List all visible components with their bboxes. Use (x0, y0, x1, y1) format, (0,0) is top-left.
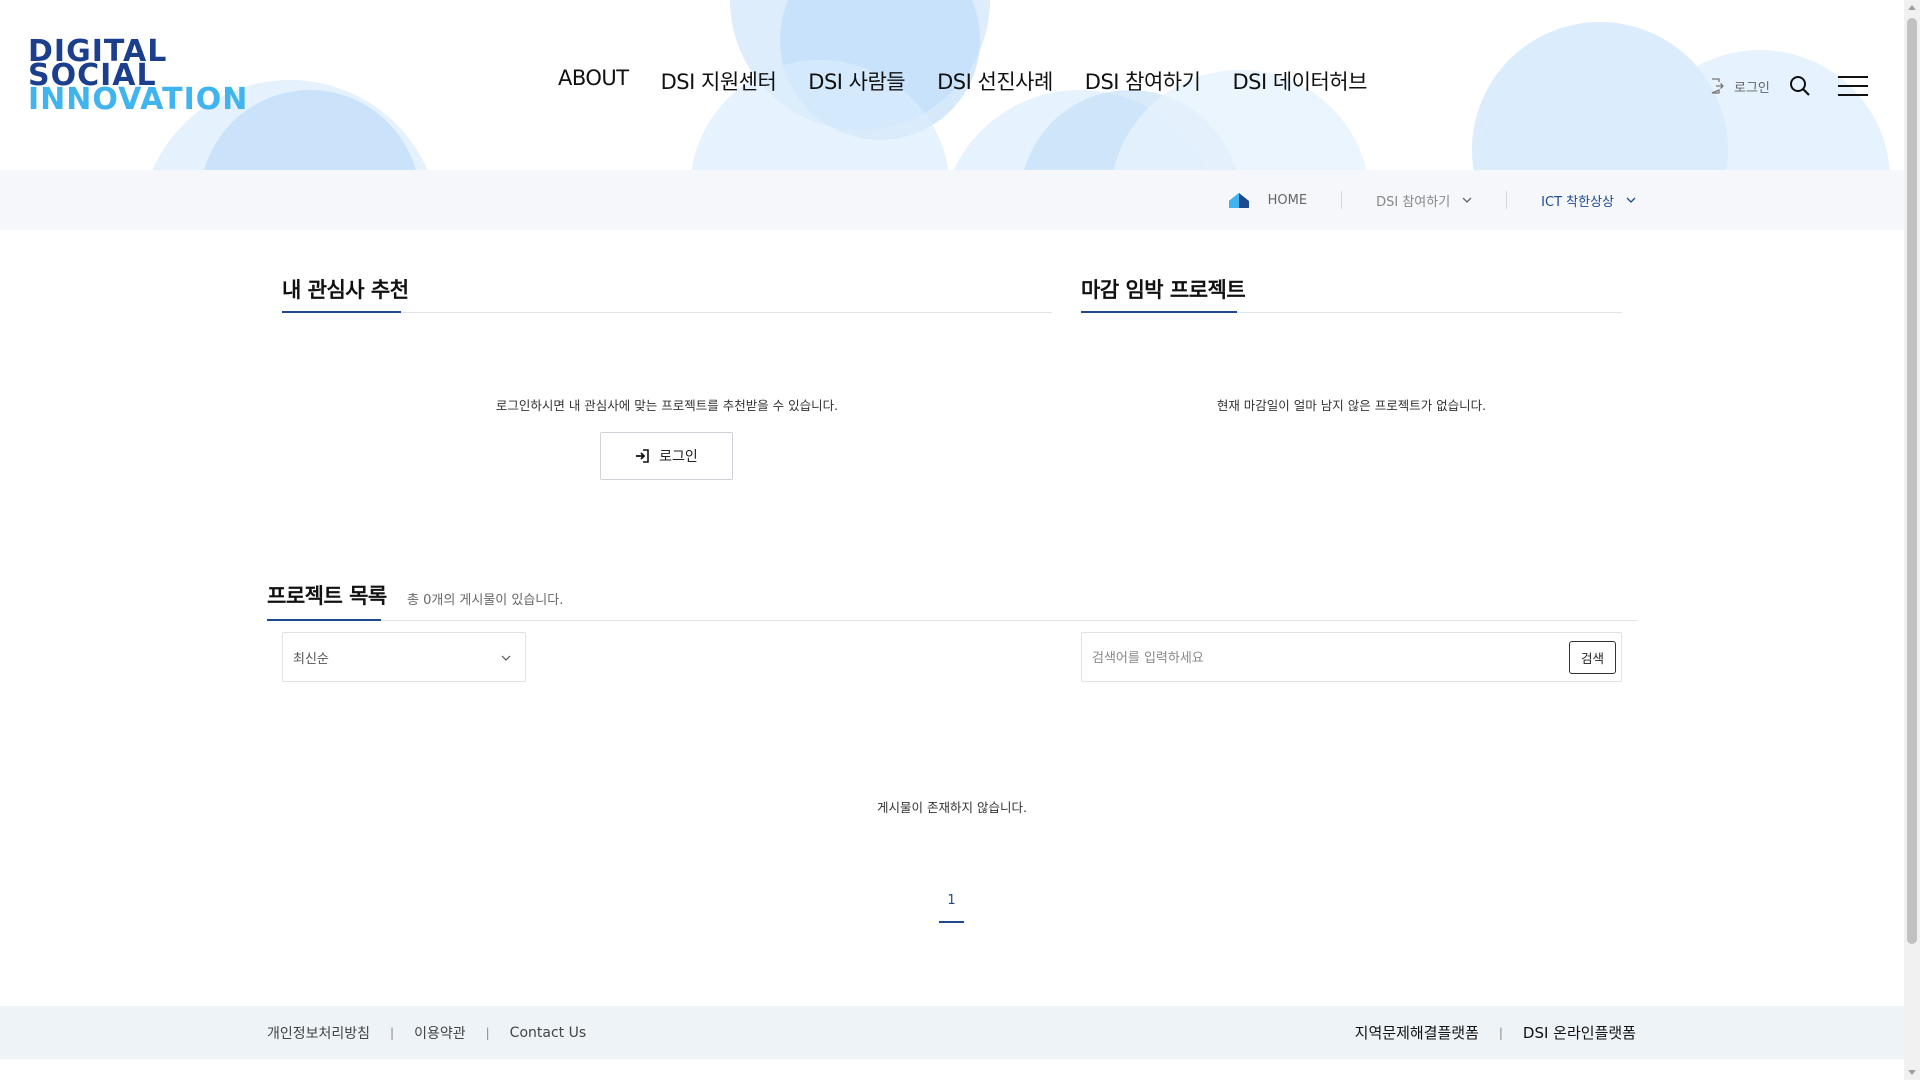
nav-data-hub[interactable]: DSI 데이터허브 (1232, 66, 1367, 96)
nav-participate[interactable]: DSI 참여하기 (1085, 66, 1201, 96)
home-icon[interactable] (1228, 191, 1250, 209)
recommend-login-message: 로그인하시면 내 관심사에 맞는 프로젝트를 추천받을 수 있습니다. (495, 398, 839, 413)
login-icon (636, 449, 649, 463)
footer-dsi-online-platform-link[interactable]: DSI 온라인플랫폼 (1523, 1022, 1636, 1043)
header-utilities: 로그인 (1710, 74, 1870, 98)
breadcrumb-divider (1506, 191, 1508, 209)
site-header: DIGITAL SOCIAL INNOVATION ABOUT DSI 지원센터… (0, 0, 1904, 170)
nav-best-practices[interactable]: DSI 선진사례 (937, 66, 1053, 96)
breadcrumb: HOME DSI 참여하기 ICT 착한상상 (1228, 170, 1636, 230)
scrollbar-thumb[interactable] (1907, 18, 1917, 944)
breadcrumb-bar: HOME DSI 참여하기 ICT 착한상상 (0, 170, 1904, 230)
breadcrumb-level1-label: DSI 참여하기 (1376, 194, 1451, 210)
sort-select[interactable]: 최신순 (282, 632, 526, 682)
site-logo[interactable]: DIGITAL SOCIAL INNOVATION (28, 37, 249, 120)
search-icon (1789, 76, 1810, 96)
recommend-login-button[interactable]: 로그인 (600, 432, 733, 480)
footer-contact-link[interactable]: Contact Us (510, 1025, 586, 1041)
footer-privacy-link[interactable]: 개인정보처리방침 (267, 1023, 370, 1043)
footer-family-sites: 지역문제해결플랫폼 | DSI 온라인플랫폼 (1355, 1006, 1636, 1059)
footer-terms-link[interactable]: 이용약관 (414, 1023, 466, 1043)
sort-select-value: 최신순 (293, 651, 329, 667)
nav-about[interactable]: ABOUT (558, 66, 629, 96)
project-list-divider (267, 620, 1637, 621)
menu-line (1837, 76, 1868, 78)
chevron-down-icon (1626, 197, 1636, 203)
current-page-indicator (939, 921, 964, 923)
chevron-down-icon (1462, 197, 1472, 203)
nav-support-center[interactable]: DSI 지원센터 (661, 66, 777, 96)
project-count-text: 총 0개의 게시물이 있습니다. (407, 593, 564, 608)
breadcrumb-divider (1341, 191, 1343, 209)
search-button[interactable] (1788, 74, 1812, 98)
project-list-empty-message: 게시물이 존재하지 않습니다. (877, 800, 1027, 815)
pagination: 1 (939, 893, 964, 923)
footer-divider: | (390, 1025, 395, 1040)
scroll-down-arrow-icon[interactable] (1908, 1070, 1916, 1075)
search-input[interactable] (1092, 645, 1552, 671)
header-login-label: 로그인 (1734, 80, 1770, 96)
footer-divider: | (485, 1025, 490, 1040)
search-submit-button[interactable]: 검색 (1569, 641, 1616, 674)
site-footer: 개인정보처리방침 | 이용약관 | Contact Us 지역문제해결플랫폼 |… (0, 1006, 1904, 1059)
menu-line (1837, 85, 1868, 87)
menu-line (1837, 94, 1868, 96)
breadcrumb-level2-dropdown[interactable]: ICT 착한상상 (1541, 191, 1636, 210)
nav-people[interactable]: DSI 사람들 (808, 66, 905, 96)
scroll-up-arrow-icon[interactable] (1908, 5, 1916, 10)
breadcrumb-level1-dropdown[interactable]: DSI 참여하기 (1376, 191, 1472, 210)
breadcrumb-level2-label: ICT 착한상상 (1541, 194, 1614, 210)
recommend-login-label: 로그인 (659, 448, 698, 464)
project-list-title-accent (267, 619, 381, 621)
deadline-title-accent (1081, 311, 1237, 313)
footer-regional-platform-link[interactable]: 지역문제해결플랫폼 (1355, 1022, 1479, 1043)
hamburger-menu-icon[interactable] (1837, 74, 1870, 98)
footer-links: 개인정보처리방침 | 이용약관 | Contact Us (267, 1006, 586, 1059)
chevron-down-icon (501, 655, 511, 661)
login-icon (1711, 78, 1724, 94)
breadcrumb-home[interactable]: HOME (1268, 193, 1307, 208)
main-nav: ABOUT DSI 지원센터 DSI 사람들 DSI 선진사례 DSI 참여하기… (558, 66, 1399, 96)
project-search-box: 검색 (1081, 632, 1622, 682)
recommend-section-title: 내 관심사 추천 (282, 278, 409, 302)
project-list-title: 프로젝트 목록 (267, 584, 387, 608)
header-login-link[interactable]: 로그인 (1710, 77, 1770, 96)
page-number-current[interactable]: 1 (939, 893, 964, 908)
recommend-title-accent (282, 311, 401, 313)
footer-divider: | (1498, 1025, 1503, 1040)
vertical-scrollbar[interactable] (1904, 0, 1920, 1080)
deadline-empty-message: 현재 마감일이 얼마 남지 않은 프로젝트가 없습니다. (1216, 398, 1487, 413)
deadline-section-title: 마감 임박 프로젝트 (1081, 278, 1246, 302)
logo-text-innovation: INNOVATION (28, 82, 249, 117)
